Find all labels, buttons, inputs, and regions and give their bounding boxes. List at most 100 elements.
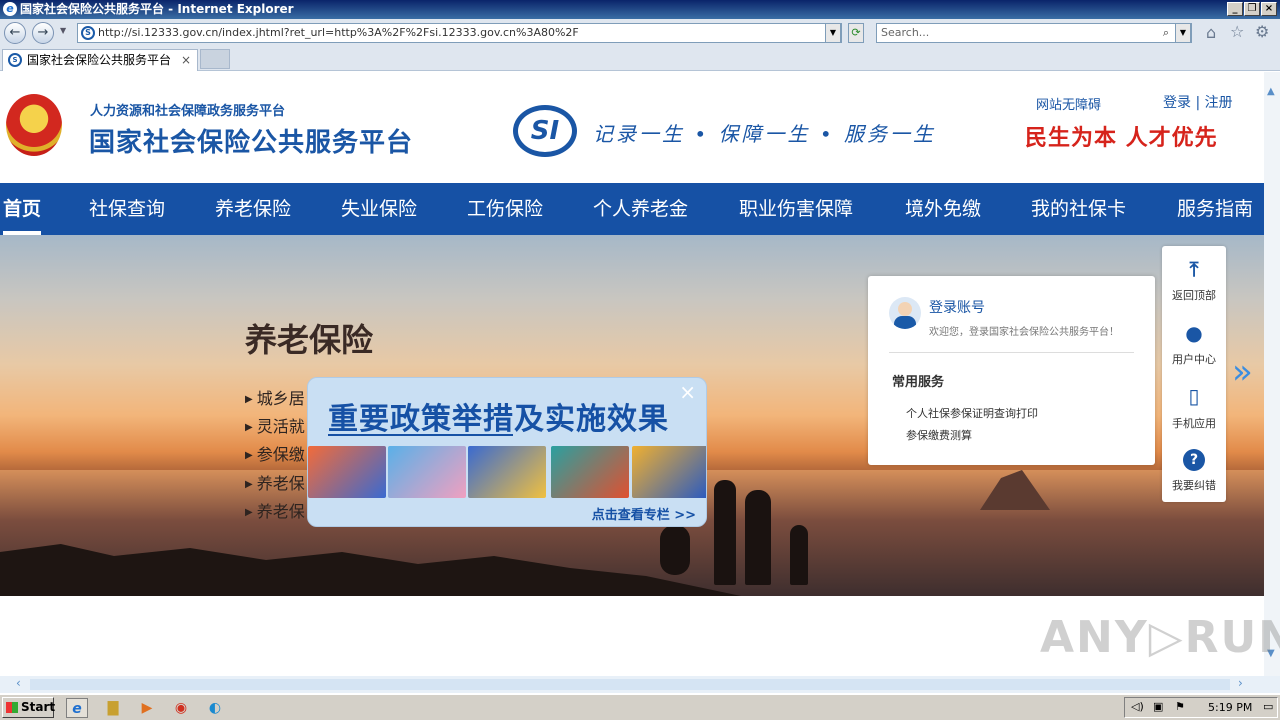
popup-title-underline (328, 434, 513, 436)
sidebar-user-center[interactable]: 用户中心 (1162, 351, 1226, 367)
window-title: 国家社会保险公共服务平台 - Internet Explorer (20, 2, 294, 16)
arrow-up-icon[interactable]: ⤒ (1183, 258, 1205, 280)
sidebar-mobile-app[interactable]: 手机应用 (1162, 415, 1226, 431)
banner-list-item[interactable]: 灵活就 (245, 413, 305, 437)
accessibility-link[interactable]: 网站无障碍 (1036, 94, 1101, 113)
card-divider (889, 352, 1134, 353)
minimize-button[interactable]: _ (1227, 2, 1243, 16)
window-titlebar: e 国家社会保险公共服务平台 - Internet Explorer _ ❐ × (0, 0, 1280, 19)
vertical-scrollbar[interactable]: ▲ ▼ (1264, 72, 1280, 676)
menu-item-overseas-exemption[interactable]: 境外免缴 (905, 183, 981, 235)
start-button[interactable]: Start (2, 697, 56, 718)
windows-flag-icon (6, 702, 18, 713)
ie-taskbar-icon[interactable]: e (66, 698, 88, 718)
media-player-taskbar-icon[interactable]: ▶ (136, 698, 158, 718)
clock: 5:19 PM (1208, 701, 1253, 714)
banner-list-item[interactable]: 参保缴 (245, 441, 305, 465)
browser-tabbar: S 国家社会保险公共服务平台 × (0, 47, 1280, 71)
sidebar-back-to-top[interactable]: 返回顶部 (1162, 287, 1226, 303)
address-bar[interactable]: S http://si.12333.gov.cn/index.jhtml?ret… (77, 23, 842, 43)
banner-list-item[interactable]: 城乡居 (245, 385, 305, 409)
new-tab-button[interactable] (200, 49, 230, 69)
service-link[interactable]: 参保缴费测算 (906, 427, 972, 443)
policy-popup[interactable]: 重要政策举措及实施效果 × 点击查看专栏 >> (307, 377, 707, 527)
banner-figure (745, 490, 771, 585)
menu-item-query[interactable]: 社保查询 (89, 183, 165, 235)
popup-illustration-tile (388, 446, 466, 498)
scroll-up-icon[interactable]: ▲ (1267, 86, 1275, 97)
menu-item-home[interactable]: 首页 (3, 183, 42, 235)
address-dropdown-button[interactable]: ▼ (825, 23, 841, 43)
close-window-button[interactable]: × (1261, 2, 1277, 16)
restore-button[interactable]: ❐ (1244, 2, 1260, 16)
menu-item-personal-pension[interactable]: 个人养老金 (593, 183, 688, 235)
user-avatar-icon (889, 297, 921, 329)
anyrun-watermark: ANY▷RUN (1040, 612, 1280, 663)
user-icon[interactable]: ● (1183, 322, 1205, 344)
search-placeholder: Search... (881, 26, 930, 39)
scroll-left-icon[interactable]: ‹ (16, 676, 21, 690)
banner-list-item[interactable]: 养老保 (245, 498, 305, 522)
scroll-right-icon[interactable]: › (1238, 676, 1243, 690)
explorer-taskbar-icon[interactable]: ▇ (102, 698, 124, 718)
search-dropdown-button[interactable]: ▼ (1175, 23, 1191, 43)
menu-item-occupational-injury[interactable]: 职业伤害保障 (739, 183, 853, 235)
banner-figure (660, 525, 690, 575)
login-register-link[interactable]: 登录 | 注册 (1163, 92, 1233, 112)
sidebar-report-error[interactable]: 我要纠错 (1162, 477, 1226, 493)
menu-item-unemployment[interactable]: 失业保险 (341, 183, 417, 235)
menu-item-social-card[interactable]: 我的社保卡 (1031, 183, 1126, 235)
popup-illustration-tile (308, 446, 386, 498)
banner-title: 养老保险 (245, 321, 374, 359)
show-desktop-icon[interactable]: ▭ (1263, 700, 1273, 713)
popup-view-column-link[interactable]: 点击查看专栏 >> (592, 504, 696, 523)
home-icon[interactable]: ⌂ (1206, 23, 1216, 42)
si-logo: SI (513, 105, 577, 157)
login-account-link[interactable]: 登录账号 (929, 297, 985, 317)
login-welcome-text: 欢迎您，登录国家社会保险公共服务平台！ (929, 327, 1119, 338)
ie-icon: e (3, 2, 17, 16)
tab-active[interactable]: S 国家社会保险公共服务平台 × (2, 49, 198, 71)
edge-taskbar-icon[interactable]: ◐ (204, 698, 226, 718)
banner-list-item[interactable]: 养老保 (245, 470, 305, 494)
banner-figure (790, 525, 808, 585)
network-icon[interactable]: ▣ (1153, 700, 1163, 713)
tab-close-icon[interactable]: × (181, 50, 191, 70)
popup-illustration-tile (551, 446, 629, 498)
banner-figure (714, 480, 736, 585)
menu-item-guide[interactable]: 服务指南 (1177, 183, 1253, 235)
settings-gear-icon[interactable]: ⚙ (1255, 22, 1269, 41)
site-motto: 民生为本 人才优先 (1025, 125, 1218, 151)
site-title[interactable]: 国家社会保险公共服务平台 (89, 122, 413, 159)
start-label: Start (21, 700, 56, 714)
back-button[interactable]: ← (4, 22, 26, 44)
common-services-title: 常用服务 (892, 375, 945, 390)
horizontal-scroll-thumb[interactable] (30, 679, 1230, 690)
site-slogan: 记录一生 • 保障一生 • 服务一生 (593, 122, 937, 146)
banner-next-arrow-icon[interactable]: » (1232, 352, 1253, 392)
site-header: 人力资源和社会保障政务服务平台 国家社会保险公共服务平台 SI 记录一生 • 保… (0, 72, 1264, 183)
browser-navbar: ← → ▼ S http://si.12333.gov.cn/index.jht… (0, 19, 1280, 47)
site-favicon-icon: S (81, 26, 95, 40)
taskbar: Start e ▇ ▶ ◉ ◐ ◁) ▣ ⚑ ▭ 5:19 PM (0, 694, 1280, 720)
history-dropdown-icon[interactable]: ▼ (60, 26, 66, 35)
menu-item-injury[interactable]: 工伤保险 (467, 183, 543, 235)
favorites-star-icon[interactable]: ☆ (1230, 22, 1244, 41)
tab-favicon-icon: S (8, 53, 22, 67)
tab-title: 国家社会保险公共服务平台 (27, 53, 172, 67)
national-emblem-icon (6, 94, 62, 156)
horizontal-scrollbar[interactable]: ‹ › (0, 676, 1280, 693)
search-input[interactable]: Search... ⌕ (876, 23, 1192, 43)
refresh-button[interactable]: ⟳ (848, 23, 864, 43)
service-link[interactable]: 个人社保参保证明查询打印 (906, 405, 1038, 421)
flag-notification-icon[interactable]: ⚑ (1175, 700, 1185, 713)
system-tray: ◁) ▣ ⚑ ▭ (1124, 697, 1278, 718)
phone-icon[interactable]: ▯ (1183, 385, 1205, 407)
help-icon[interactable]: ? (1183, 449, 1205, 471)
menu-item-pension[interactable]: 养老保险 (215, 183, 291, 235)
search-icon[interactable]: ⌕ (1163, 24, 1169, 42)
chrome-taskbar-icon[interactable]: ◉ (170, 698, 192, 718)
popup-close-icon[interactable]: × (679, 380, 696, 404)
forward-button[interactable]: → (32, 22, 54, 44)
volume-icon[interactable]: ◁) (1131, 700, 1144, 713)
